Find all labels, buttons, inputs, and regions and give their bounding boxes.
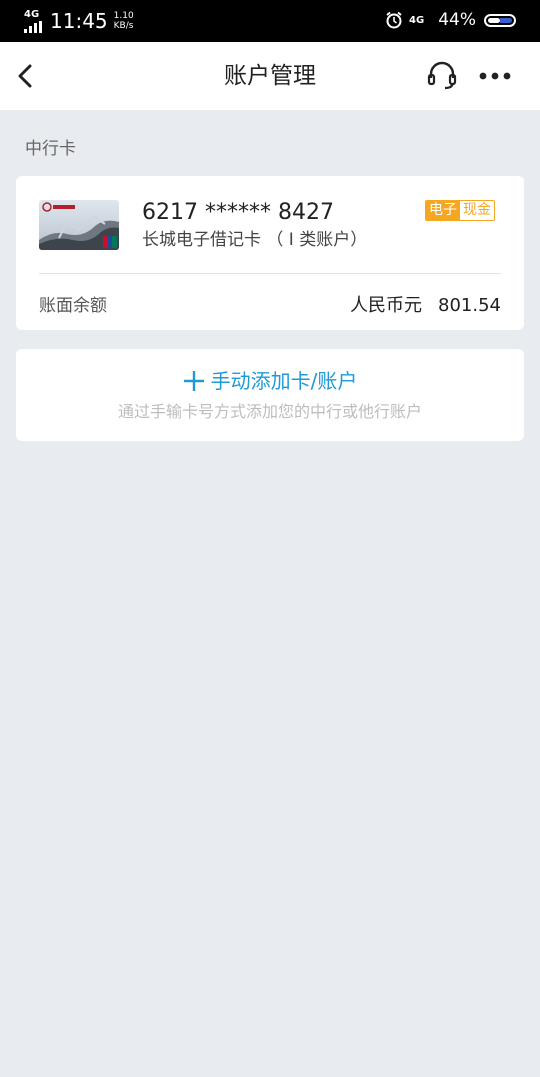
badge-cash: 现金 (460, 201, 494, 220)
add-card-hint: 通过手输卡号方式添加您的中行或他行账户 (117, 402, 422, 421)
battery-percent: 44% (438, 10, 476, 30)
signal-icon: 4G (24, 8, 42, 33)
balance-value: 人民币元 801.54 (350, 294, 501, 318)
badge-electronic: 电子 (426, 201, 460, 220)
alarm-icon (386, 11, 402, 29)
balance-label: 账面余额 (39, 296, 107, 316)
add-card-button[interactable]: 手动添加卡/账户 通过手输卡号方式添加您的中行或他行账户 (16, 349, 524, 441)
speed-unit: KB/s (113, 21, 134, 31)
add-card-row[interactable]: 手动添加卡/账户 (16, 367, 524, 395)
add-card-label: 手动添加卡/账户 (210, 369, 358, 393)
section-label-boc-cards: 中行卡 (25, 139, 76, 159)
card-image-icon (39, 200, 119, 250)
divider (39, 273, 501, 274)
clock: 11:45 (50, 9, 108, 33)
status-bar: 4G 11:45 1.10 KB/s 4G 44% (0, 0, 540, 42)
status-left: 4G 11:45 1.10 KB/s (24, 8, 134, 34)
more-icon[interactable] (478, 66, 512, 86)
plus-icon (183, 371, 204, 391)
currency-label: 人民币元 (350, 295, 423, 316)
headset-icon[interactable] (426, 60, 458, 92)
network-type: 4G (24, 8, 40, 20)
network-speed: 1.10 KB/s (114, 11, 134, 31)
battery-icon (484, 13, 516, 27)
network-type-2: 4G (409, 14, 425, 26)
nav-bar: 账户管理 (0, 42, 540, 110)
card-item[interactable]: 6217 ****** 8427 长城电子借记卡 （ Ⅰ 类账户） 电子 现金 … (16, 176, 524, 330)
card-type: 长城电子借记卡 （ Ⅰ 类账户） (142, 230, 368, 250)
e-cash-badge: 电子 现金 (425, 200, 495, 221)
status-right: 4G 44% (385, 10, 516, 30)
page-title: 账户管理 (224, 63, 316, 89)
speed-value: 1.10 (113, 11, 134, 21)
balance-amount: 801.54 (438, 295, 501, 316)
card-number: 6217 ****** 8427 (142, 200, 334, 225)
